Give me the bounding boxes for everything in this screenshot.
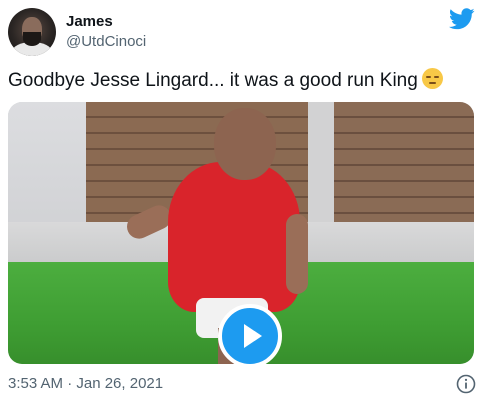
tweet-text-line: Goodbye Jesse Lingard... it was a good r… xyxy=(8,68,443,93)
child-head xyxy=(214,108,276,180)
avatar[interactable] xyxy=(8,8,56,56)
pensive-face-emoji xyxy=(421,68,443,89)
play-icon[interactable] xyxy=(218,304,282,364)
tweet-text: Goodbye Jesse Lingard... it was a good r… xyxy=(8,70,418,91)
tweet-card: James @UtdCinoci Goodbye Jesse Lingard..… xyxy=(0,0,491,397)
child-red-shirt xyxy=(168,162,300,312)
child-arm-right xyxy=(286,214,308,294)
info-icon[interactable] xyxy=(456,374,476,394)
author-handle[interactable]: @UtdCinoci xyxy=(66,33,146,51)
avatar-beard xyxy=(23,32,41,46)
author-name[interactable]: James xyxy=(66,13,113,31)
video-thumbnail[interactable] xyxy=(8,102,474,364)
twitter-bird-icon[interactable] xyxy=(449,8,475,30)
tweet-timestamp[interactable]: 3:53 AM · Jan 26, 2021 xyxy=(8,375,163,393)
